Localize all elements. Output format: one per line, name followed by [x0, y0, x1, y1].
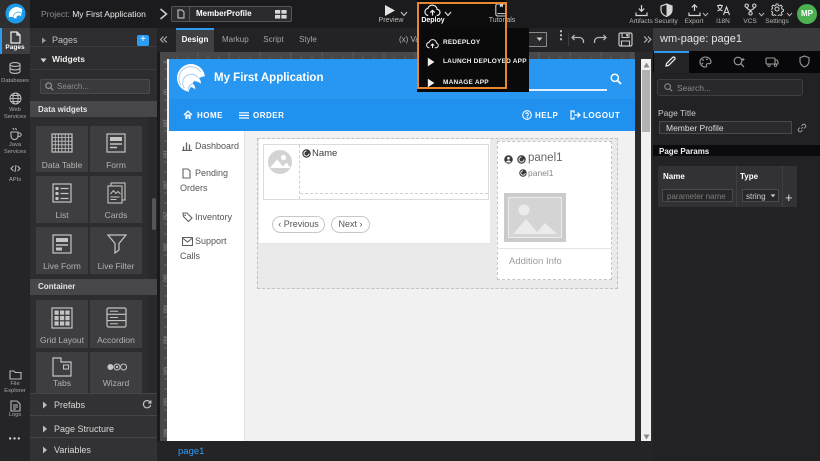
svg-text:0: 0: [161, 61, 167, 64]
svg-text:250: 250: [161, 212, 167, 221]
svg-text:600: 600: [161, 429, 167, 438]
svg-text:300: 300: [161, 243, 167, 252]
svg-text:100: 100: [161, 119, 167, 128]
svg-text:50: 50: [161, 89, 167, 95]
svg-text:500: 500: [161, 367, 167, 376]
svg-text:400: 400: [161, 305, 167, 314]
svg-text:200: 200: [161, 181, 167, 190]
svg-text:350: 350: [161, 274, 167, 283]
svg-text:150: 150: [161, 150, 167, 159]
svg-text:550: 550: [161, 398, 167, 407]
svg-text:450: 450: [161, 336, 167, 345]
